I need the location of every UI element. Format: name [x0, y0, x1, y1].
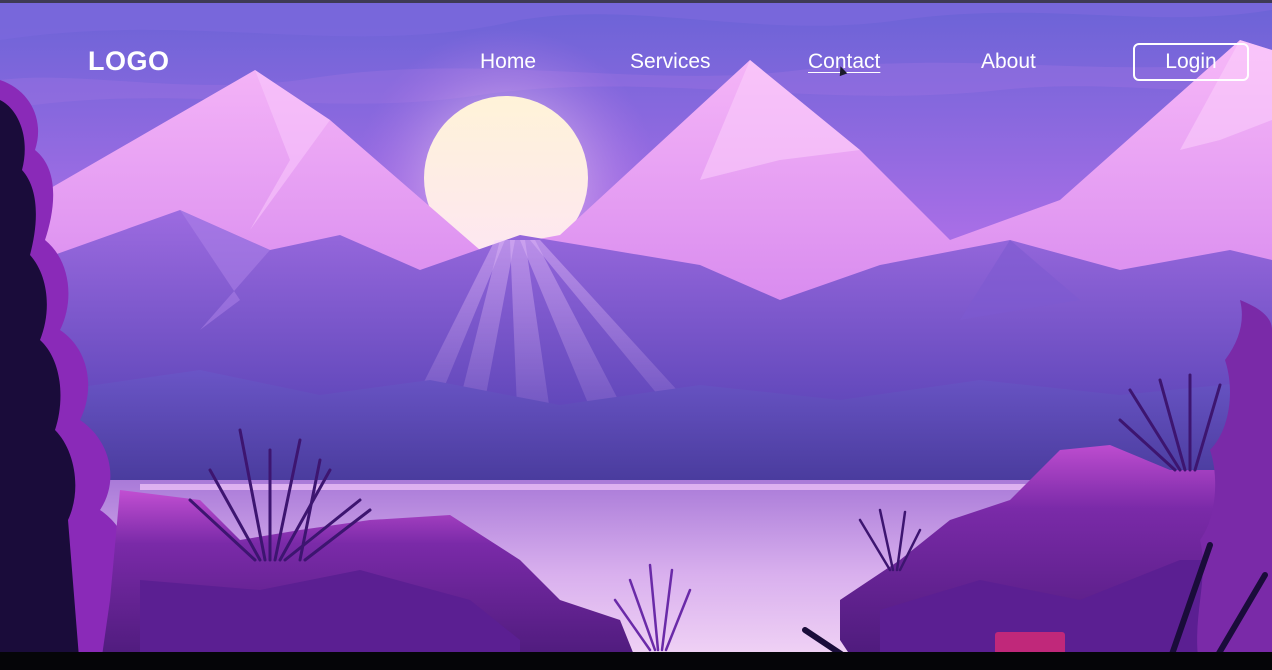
nav-link-services[interactable]: Services: [630, 50, 711, 74]
window-top-edge: [0, 0, 1272, 3]
lake-shine: [140, 484, 1040, 490]
hero-illustration: [0, 0, 1272, 670]
nav-link-home[interactable]: Home: [480, 50, 536, 74]
navbar: LOGO Home Services Contact About Login: [0, 40, 1272, 84]
login-button[interactable]: Login: [1133, 43, 1249, 81]
window-bottom-edge: [0, 652, 1272, 670]
logo[interactable]: LOGO: [88, 46, 170, 77]
landing-page: LOGO Home Services Contact About Login: [0, 0, 1272, 670]
nav-link-about[interactable]: About: [981, 50, 1036, 74]
nav-links: Home Services Contact About: [440, 40, 1080, 84]
